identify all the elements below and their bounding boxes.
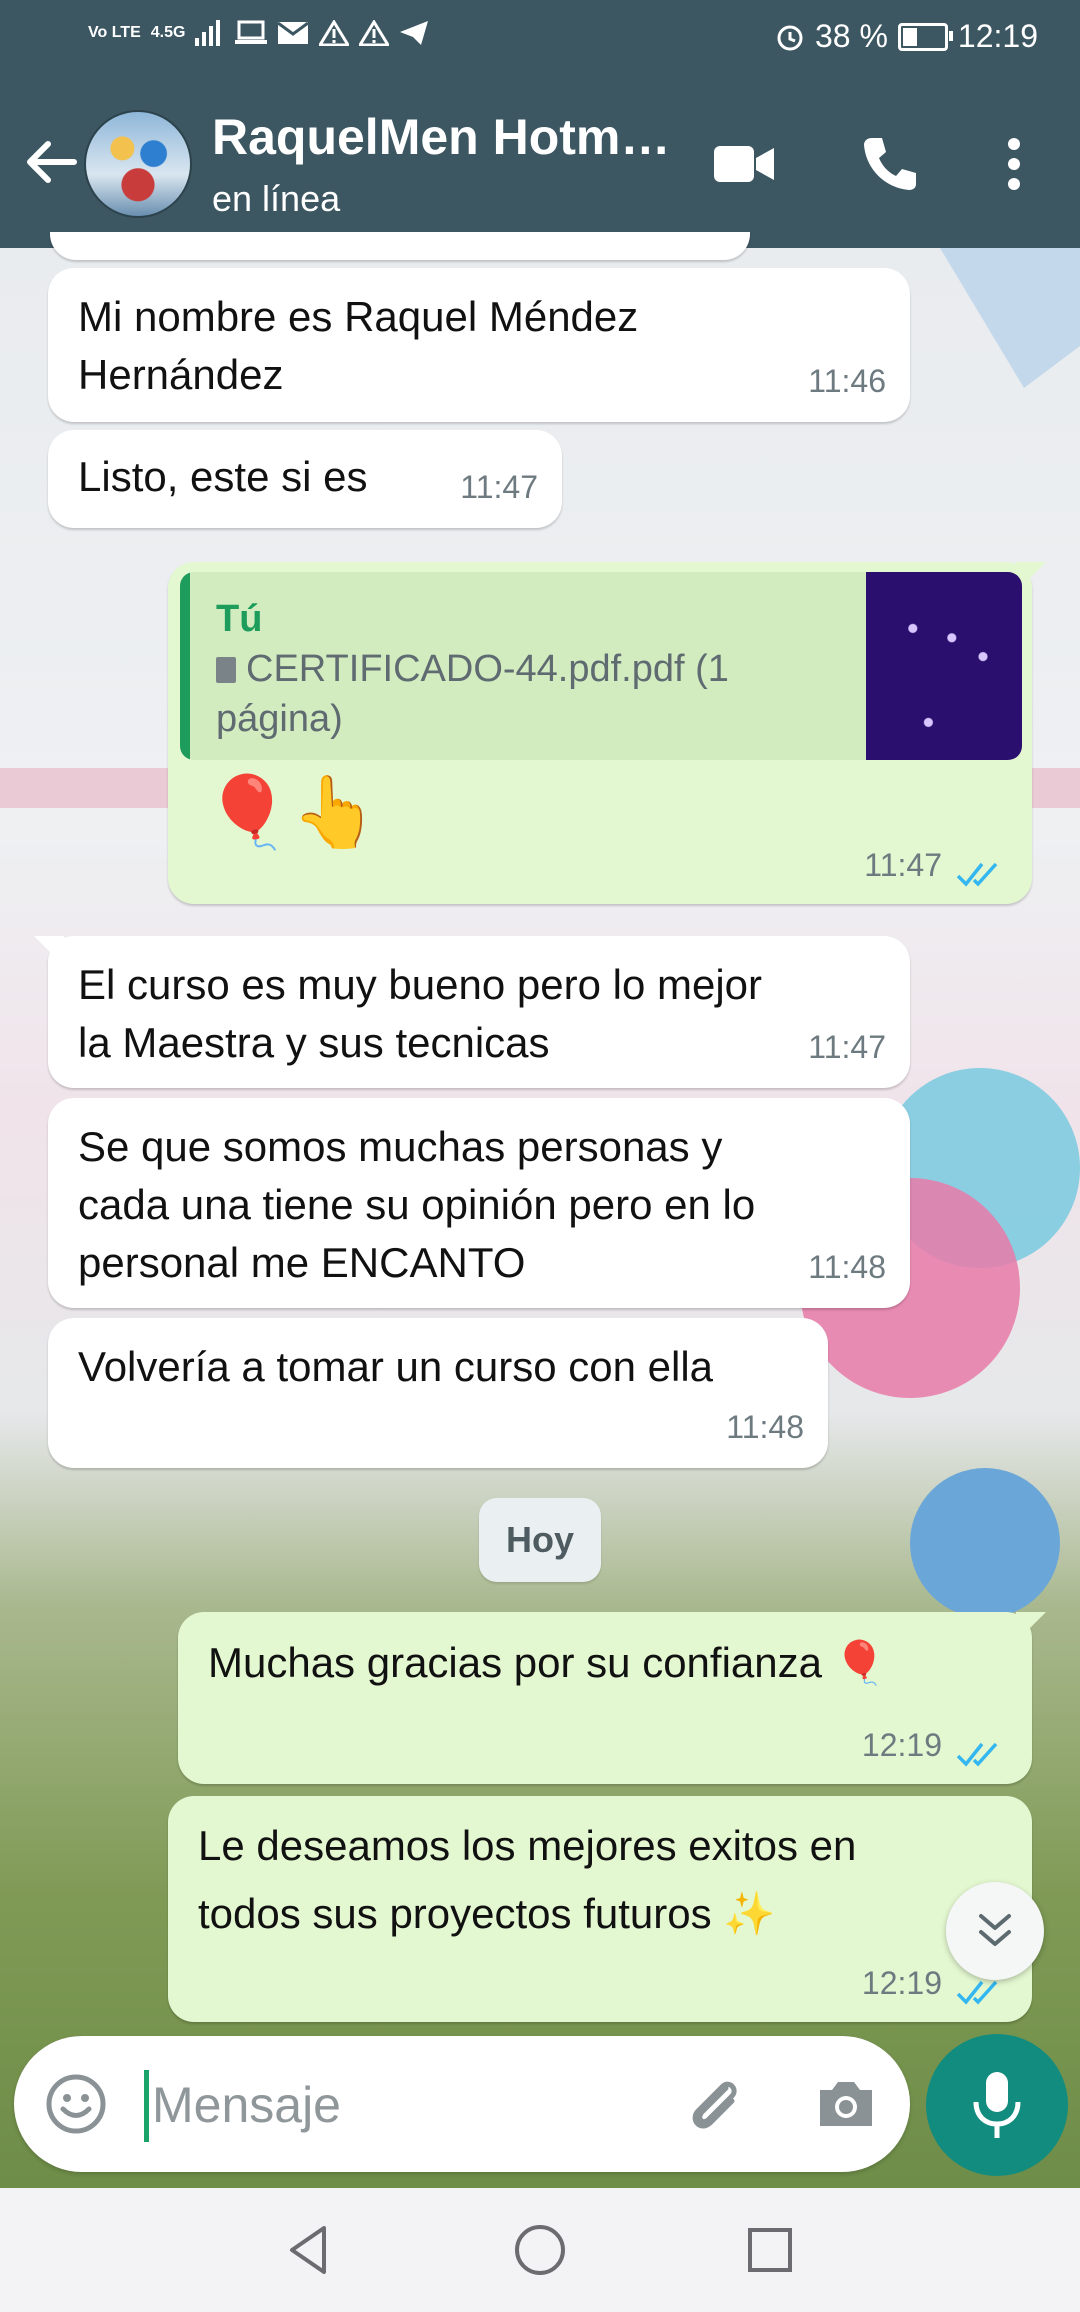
contact-status: en línea bbox=[212, 178, 341, 219]
read-ticks-icon bbox=[956, 1742, 998, 1767]
voice-message-button[interactable] bbox=[926, 2034, 1068, 2176]
status-right: 38 % 12:19 bbox=[775, 18, 1038, 55]
message-text: Le deseamos los mejores exitos en todos … bbox=[198, 1822, 857, 1937]
message-bubble-incoming[interactable]: Se que somos muchas personas y cada una … bbox=[48, 1098, 910, 1308]
battery-icon bbox=[897, 22, 953, 51]
volte-indicator: Vo LTE bbox=[88, 24, 141, 41]
status-left: Vo LTE 4.5G bbox=[88, 20, 429, 46]
message-time: 11:48 bbox=[726, 1409, 804, 1445]
battery-fill bbox=[902, 27, 917, 46]
message-text: 🎈👆 bbox=[204, 773, 379, 851]
quote-document-label: CERTIFICADO-44.pdf.pdf (1 página) bbox=[216, 648, 729, 740]
wallpaper-decoration bbox=[940, 248, 1080, 388]
battery-percent: 38 % bbox=[814, 18, 888, 54]
message-bubble-incoming[interactable]: El curso es muy bueno pero lo mejor la M… bbox=[34, 936, 910, 1088]
message-input[interactable] bbox=[150, 2064, 674, 2146]
message-text: Volvería a tomar un curso con ella bbox=[78, 1343, 714, 1390]
camera-icon[interactable] bbox=[814, 2072, 878, 2136]
emoji-icon[interactable] bbox=[44, 2072, 108, 2136]
nav-home-icon[interactable] bbox=[510, 2220, 570, 2280]
quote-author: Tú bbox=[216, 598, 263, 640]
attach-icon[interactable] bbox=[680, 2070, 748, 2138]
message-text: El curso es muy bueno pero lo mejor la M… bbox=[78, 961, 762, 1066]
message-bubble-incoming[interactable]: Volvería a tomar un curso con ella 11:48 bbox=[48, 1318, 828, 1468]
message-text: Mi nombre es Raquel Méndez Hernández bbox=[78, 293, 639, 398]
video-call-icon[interactable] bbox=[712, 132, 776, 196]
phone-icon[interactable] bbox=[858, 132, 922, 196]
scroll-to-bottom-button[interactable] bbox=[946, 1882, 1044, 1980]
message-bubble-partial bbox=[50, 232, 750, 260]
system-navigation-bar bbox=[0, 2188, 1080, 2312]
message-bubble-outgoing[interactable]: Le deseamos los mejores exitos en todos … bbox=[168, 1796, 1032, 2022]
message-text: Muchas gracias por su confianza 🎈 bbox=[208, 1639, 886, 1686]
message-bubble-incoming[interactable]: Listo, este si es 11:47 bbox=[48, 430, 562, 528]
document-icon bbox=[216, 657, 236, 683]
text-caret bbox=[144, 2070, 149, 2142]
warning-icon bbox=[319, 20, 350, 46]
clock: 12:19 bbox=[957, 18, 1038, 54]
nav-back-icon[interactable] bbox=[278, 2220, 338, 2280]
laptop-icon bbox=[235, 20, 268, 44]
wallpaper-decoration bbox=[910, 1468, 1060, 1618]
message-time: 11:47 bbox=[864, 847, 942, 883]
warning-icon bbox=[359, 20, 390, 46]
contact-name[interactable]: RaquelMen Hotm… bbox=[212, 108, 670, 166]
read-ticks-icon bbox=[956, 862, 998, 887]
message-time: 11:47 bbox=[460, 469, 538, 505]
message-time: 11:47 bbox=[808, 1029, 886, 1065]
message-bubble-outgoing[interactable]: Tú CERTIFICADO-44.pdf.pdf (1 página) 🎈👆 … bbox=[168, 562, 1046, 904]
document-thumbnail bbox=[866, 572, 1022, 760]
message-time: 11:48 bbox=[808, 1249, 886, 1285]
alarm-icon bbox=[777, 25, 803, 50]
status-bar: Vo LTE 4.5G 38 % 12:19 bbox=[0, 0, 1080, 80]
message-time: 11:46 bbox=[808, 363, 886, 399]
message-time: 12:19 bbox=[861, 1727, 942, 1763]
date-separator: Hoy bbox=[479, 1498, 601, 1582]
message-text: Se que somos muchas personas y cada una … bbox=[78, 1123, 756, 1286]
message-bubble-outgoing[interactable]: Muchas gracias por su confianza 🎈 12:19 bbox=[178, 1612, 1046, 1784]
telegram-icon bbox=[400, 21, 429, 45]
quote-document-name: CERTIFICADO-44.pdf.pdf (1 página) bbox=[216, 644, 776, 744]
back-arrow-icon[interactable] bbox=[22, 132, 82, 192]
message-composer bbox=[14, 2036, 910, 2172]
message-time: 12:19 bbox=[861, 1965, 942, 2001]
more-options-icon[interactable] bbox=[982, 132, 1046, 196]
nav-recents-icon[interactable] bbox=[740, 2220, 800, 2280]
quote-bar bbox=[180, 572, 190, 760]
message-text: Listo, este si es bbox=[78, 453, 368, 500]
avatar[interactable] bbox=[84, 110, 192, 218]
quoted-document[interactable]: Tú CERTIFICADO-44.pdf.pdf (1 página) bbox=[180, 572, 1022, 760]
read-ticks-icon bbox=[956, 1980, 998, 2005]
mic-icon bbox=[973, 2072, 1021, 2138]
signal-icon bbox=[195, 20, 221, 46]
chat-header: RaquelMen Hotm… en línea bbox=[0, 80, 1080, 248]
message-bubble-incoming[interactable]: Mi nombre es Raquel Méndez Hernández 11:… bbox=[48, 268, 910, 422]
network-type: 4.5G bbox=[150, 24, 186, 41]
chevron-double-down-icon bbox=[979, 1914, 1011, 1946]
mail-icon bbox=[277, 21, 310, 44]
